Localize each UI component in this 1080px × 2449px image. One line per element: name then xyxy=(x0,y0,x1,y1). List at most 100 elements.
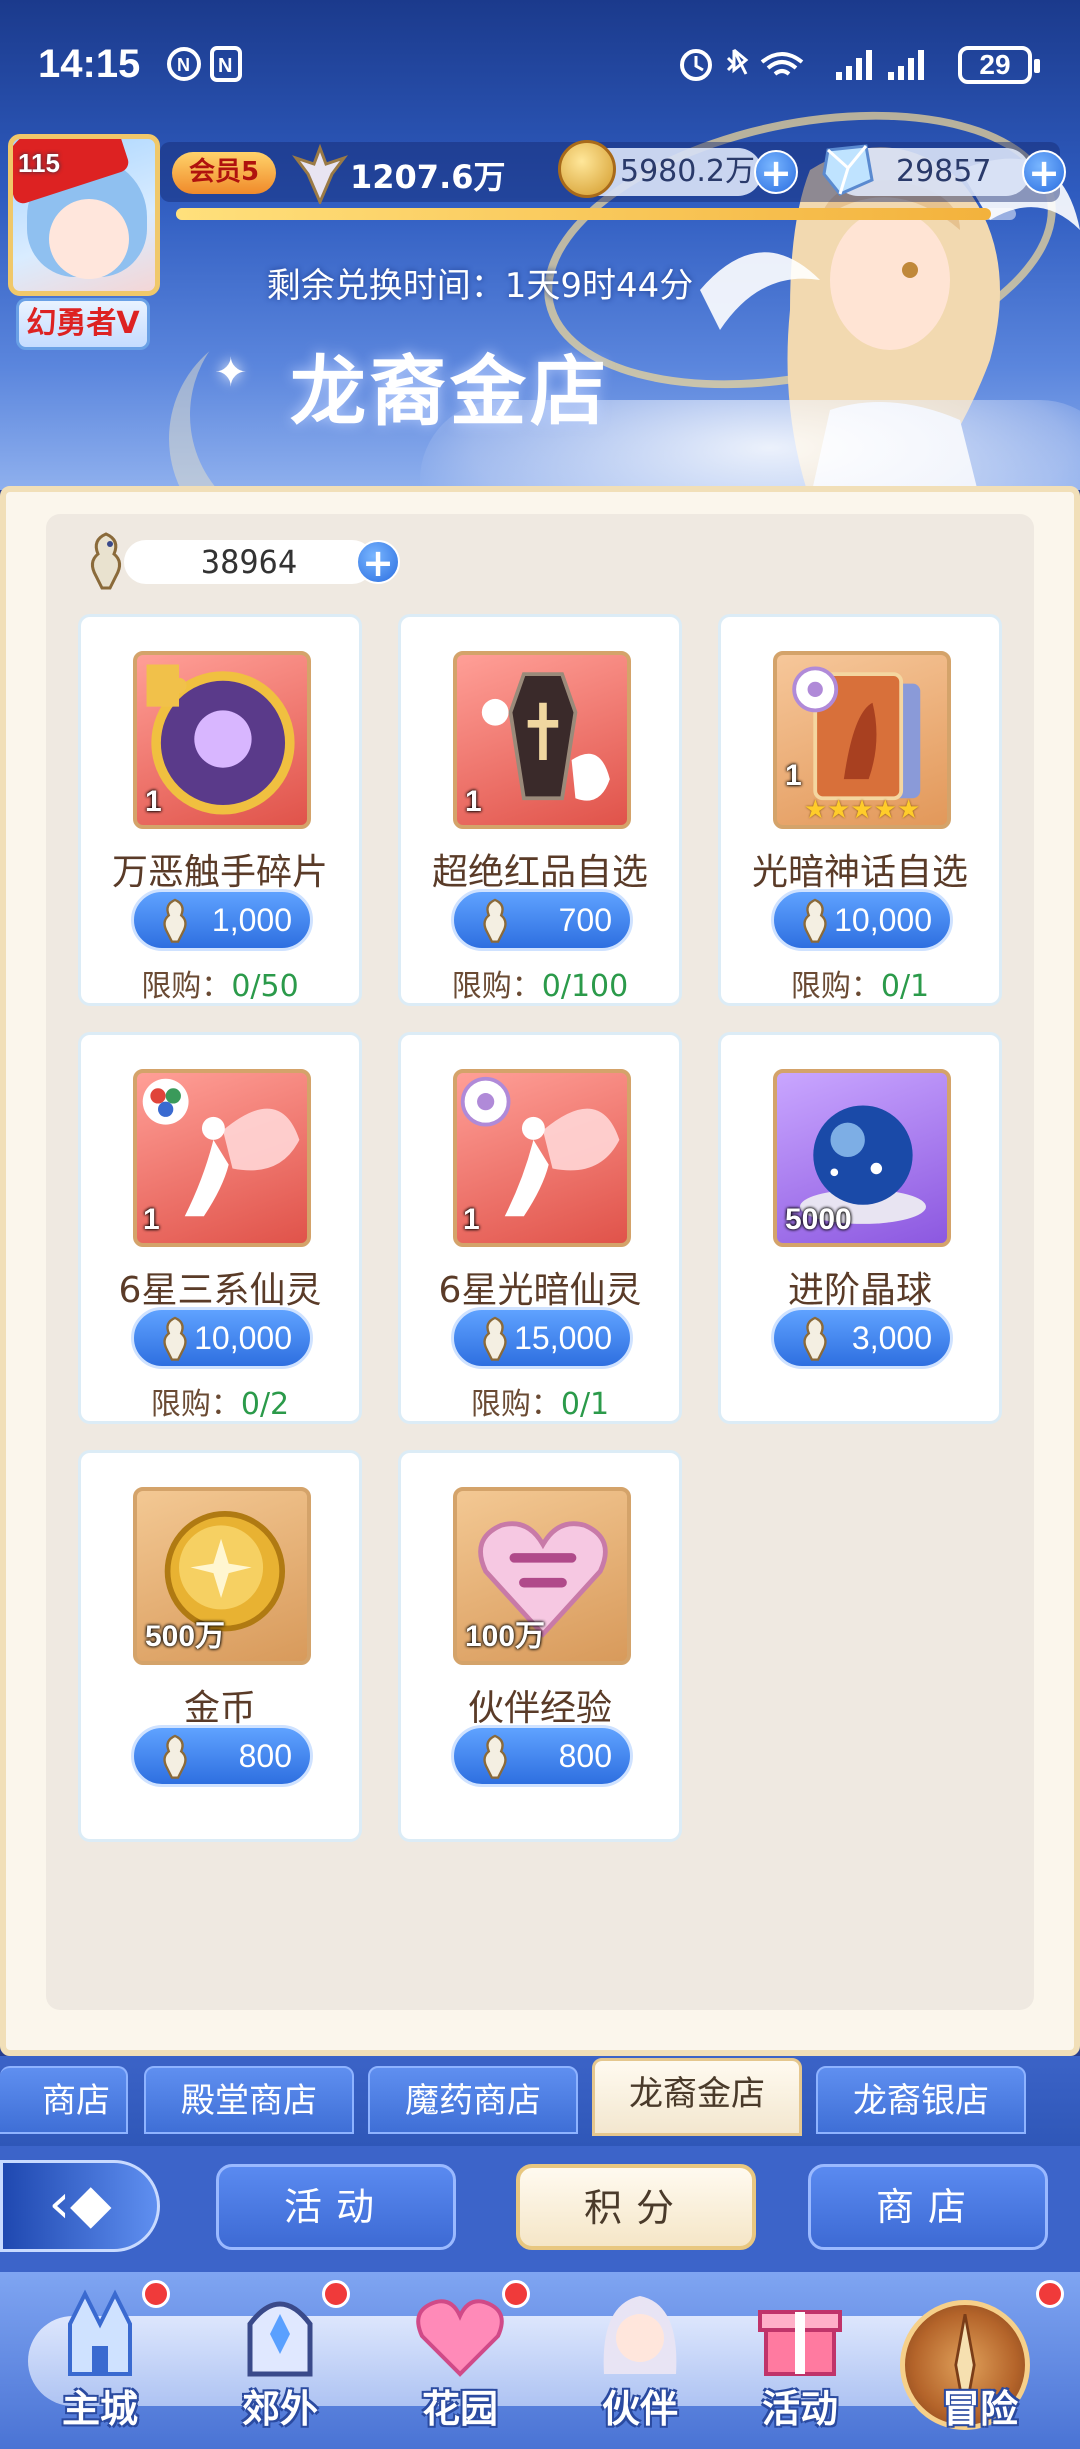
tab-hall-shop[interactable]: 殿堂商店 xyxy=(144,2066,354,2134)
sparkle-icon: ✦ xyxy=(214,350,248,396)
item-quantity: 1 xyxy=(785,759,802,792)
item-icon: 1 xyxy=(453,1069,631,1247)
svg-text:N: N xyxy=(177,55,190,75)
purchase-limit: 限购：0/1 xyxy=(401,1379,679,1423)
tab-dragon-silver-shop[interactable]: 龙裔银店 xyxy=(816,2066,1026,2134)
add-gold-button[interactable]: + xyxy=(754,150,798,194)
item-name: 6星三系仙灵 xyxy=(118,1270,322,1311)
svg-text:N: N xyxy=(218,55,232,77)
shop-item-card[interactable]: 5000 进阶晶球 3,000 xyxy=(718,1032,1002,1424)
heart-icon xyxy=(416,2299,504,2377)
add-diamond-button[interactable]: + xyxy=(1022,150,1066,194)
nav-label: 主城 xyxy=(61,2387,138,2431)
item-name: 超绝红品自选 xyxy=(431,852,648,893)
back-arrow-icon[interactable]: ‹◆ xyxy=(0,2160,160,2252)
purchase-limit: 限购：0/50 xyxy=(81,961,359,1005)
nav-outskirts[interactable]: 郊外 xyxy=(200,2280,360,2431)
item-name: 金币 xyxy=(183,1688,256,1729)
limit-value: 0/50 xyxy=(231,969,299,1004)
shop-item-card[interactable]: 100万 伙伴经验 800 xyxy=(398,1450,682,1842)
status-time: 14:15 xyxy=(38,42,141,86)
buy-button[interactable]: 800 xyxy=(131,1725,313,1787)
limit-value: 0/1 xyxy=(880,969,930,1004)
item-name: 6星光暗仙灵 xyxy=(438,1270,642,1311)
buy-button[interactable]: 800 xyxy=(451,1725,633,1787)
item-price: 15,000 xyxy=(514,1320,612,1356)
buy-button[interactable]: 15,000 xyxy=(451,1307,633,1369)
item-icon: 1 ★★★★★ xyxy=(773,651,951,829)
limit-label: 限购： xyxy=(470,1387,561,1422)
star-rating-icon: ★★★★★ xyxy=(803,795,921,825)
item-name: 光暗神话自选 xyxy=(751,852,968,893)
category-store-button[interactable]: 商店 xyxy=(808,2164,1048,2250)
dragon-token-icon xyxy=(163,1734,187,1779)
notification-dot xyxy=(322,2280,350,2308)
category-points-button[interactable]: 积分 xyxy=(516,2164,756,2250)
purchase-limit: 限购：0/2 xyxy=(81,1379,359,1423)
system-status-icons xyxy=(680,48,924,81)
nav-garden[interactable]: 花园 xyxy=(380,2280,540,2431)
nav-adventure[interactable]: 冒险 xyxy=(900,2280,1064,2431)
buy-button[interactable]: 10,000 xyxy=(131,1307,313,1369)
notification-dot xyxy=(1036,2280,1064,2308)
avatar-face xyxy=(49,199,129,279)
fairy-spirit-icon xyxy=(142,1078,300,1217)
gift-box-icon xyxy=(758,2310,842,2376)
item-quantity: 1 xyxy=(143,1203,160,1236)
item-name: 万恶触手碎片 xyxy=(111,852,328,893)
item-quantity: 100万 xyxy=(465,1620,546,1653)
vip-badge[interactable]: 会员5 xyxy=(172,152,276,194)
item-price: 800 xyxy=(558,1738,612,1774)
item-price: 10,000 xyxy=(194,1320,292,1356)
limit-value: 0/1 xyxy=(560,1387,610,1422)
tentacle-fragment-icon xyxy=(146,664,295,815)
item-icon: 5000 xyxy=(773,1069,951,1247)
item-quantity: 1 xyxy=(463,1203,480,1236)
shop-item-card[interactable]: 1 6星三系仙灵 10,000 限购：0/2 xyxy=(78,1032,362,1424)
shop-item-card[interactable]: 1 超绝红品自选 700 限购：0/100 xyxy=(398,614,682,1006)
buy-button[interactable]: 3,000 xyxy=(771,1307,953,1369)
buy-button[interactable]: 10,000 xyxy=(771,889,953,951)
item-quantity: 1 xyxy=(465,785,482,818)
nav-label: 花园 xyxy=(421,2387,498,2431)
notification-icons: N N xyxy=(167,46,242,82)
tab-shop[interactable]: 商店 xyxy=(0,2066,128,2134)
battery-indicator: 29 xyxy=(958,46,1040,84)
coffin-ghost-icon xyxy=(481,672,610,801)
shop-item-card[interactable]: 1 万恶触手碎片 1,000 限购：0/50 xyxy=(78,614,362,1006)
shop-item-card[interactable]: 1 6星光暗仙灵 15,000 限购：0/1 xyxy=(398,1032,682,1424)
category-activity-button[interactable]: 活动 xyxy=(216,2164,456,2250)
partner-portrait-icon xyxy=(603,2296,677,2374)
buy-button[interactable]: 700 xyxy=(451,889,633,951)
dragon-token-icon xyxy=(483,898,507,943)
add-shop-currency-button[interactable]: + xyxy=(356,540,400,584)
nav-main-city[interactable]: 主城 xyxy=(20,2280,180,2431)
limit-label: 限购： xyxy=(451,969,542,1004)
item-icon: 1 xyxy=(133,1069,311,1247)
item-quantity: 500万 xyxy=(145,1620,226,1653)
item-quantity: 5000 xyxy=(785,1203,852,1236)
nav-label: 冒险 xyxy=(941,2387,1018,2431)
nav-partners[interactable]: 伙伴 xyxy=(560,2280,720,2431)
item-price: 1,000 xyxy=(211,902,292,938)
nav-events[interactable]: 活动 xyxy=(720,2280,880,2431)
castle-icon xyxy=(68,2289,132,2376)
remaining-exchange-time: 剩余兑换时间：1天9时44分 xyxy=(266,266,694,306)
dragon-token-icon xyxy=(163,1316,187,1361)
item-icon: 100万 xyxy=(453,1487,631,1665)
shop-item-card[interactable]: 500万 金币 800 xyxy=(78,1450,362,1842)
item-price: 800 xyxy=(238,1738,292,1774)
gold-coin-icon xyxy=(558,140,616,198)
tab-dragon-gold-shop[interactable]: 龙裔金店 xyxy=(592,2058,802,2136)
portal-icon xyxy=(247,2301,313,2377)
combat-power-value: 1207.6万 xyxy=(350,158,506,196)
tab-potion-shop[interactable]: 魔药商店 xyxy=(368,2066,578,2134)
player-title-badge[interactable]: 幻勇者V xyxy=(16,298,150,350)
notification-dot xyxy=(502,2280,530,2308)
progress-bar xyxy=(176,208,1016,220)
dragon-token-icon xyxy=(91,532,121,590)
shop-item-card[interactable]: 1 ★★★★★ 光暗神话自选 10,000 限购：0/1 xyxy=(718,614,1002,1006)
fairy-spirit-icon xyxy=(460,1076,620,1217)
item-name: 进阶晶球 xyxy=(787,1270,932,1311)
buy-button[interactable]: 1,000 xyxy=(131,889,313,951)
